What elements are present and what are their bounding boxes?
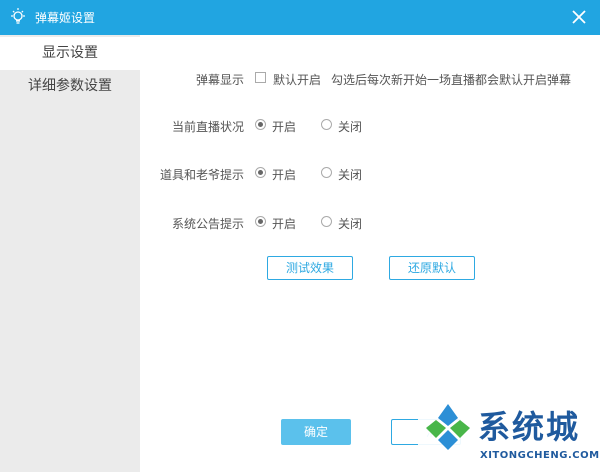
gift-prompt-on-radio[interactable] xyxy=(255,167,266,178)
live-status-off-radio[interactable] xyxy=(321,119,332,130)
danmaku-display-hint: 勾选后每次新开始一场直播都会默认开启弹幕 xyxy=(331,73,572,87)
sidebar-item-detail-params[interactable]: 详细参数设置 xyxy=(0,70,140,103)
lightbulb-icon xyxy=(11,8,25,24)
ok-button[interactable]: 确定 xyxy=(281,419,351,445)
default-on-checkbox[interactable] xyxy=(255,72,266,83)
system-notice-label: 系统公告提示 xyxy=(171,217,244,231)
gift-prompt-off-label[interactable]: 关闭 xyxy=(338,166,362,183)
test-effect-button[interactable]: 测试效果 xyxy=(267,256,353,280)
live-status-on-radio[interactable] xyxy=(255,119,266,130)
gift-prompt-on-label[interactable]: 开启 xyxy=(272,166,296,183)
reset-default-button[interactable]: 还原默认 xyxy=(389,256,475,280)
sidebar: 显示设置 详细参数设置 xyxy=(0,35,140,472)
close-icon[interactable] xyxy=(568,6,590,28)
sidebar-item-display[interactable]: 显示设置 xyxy=(0,37,140,70)
site-logo-icon xyxy=(426,404,470,450)
live-status-on-label[interactable]: 开启 xyxy=(272,118,296,135)
window-title: 弹幕姬设置 xyxy=(35,11,96,25)
default-on-checkbox-label[interactable]: 默认开启 xyxy=(273,71,321,88)
watermark: 系统城 XITONGCHENG.COM xyxy=(418,398,600,472)
watermark-subtitle: XITONGCHENG.COM xyxy=(480,450,600,461)
watermark-title: 系统城 xyxy=(478,408,581,446)
live-status-label: 当前直播状况 xyxy=(171,120,244,134)
danmaku-display-label: 弹幕显示 xyxy=(195,73,244,87)
live-status-off-label[interactable]: 关闭 xyxy=(338,118,362,135)
system-notice-on-radio[interactable] xyxy=(255,216,266,227)
gift-prompt-off-radio[interactable] xyxy=(321,167,332,178)
gift-prompt-label: 道具和老爷提示 xyxy=(159,168,244,182)
system-notice-off-radio[interactable] xyxy=(321,216,332,227)
system-notice-off-label[interactable]: 关闭 xyxy=(338,215,362,232)
title-bar: 弹幕姬设置 xyxy=(0,0,600,35)
system-notice-on-label[interactable]: 开启 xyxy=(272,215,296,232)
